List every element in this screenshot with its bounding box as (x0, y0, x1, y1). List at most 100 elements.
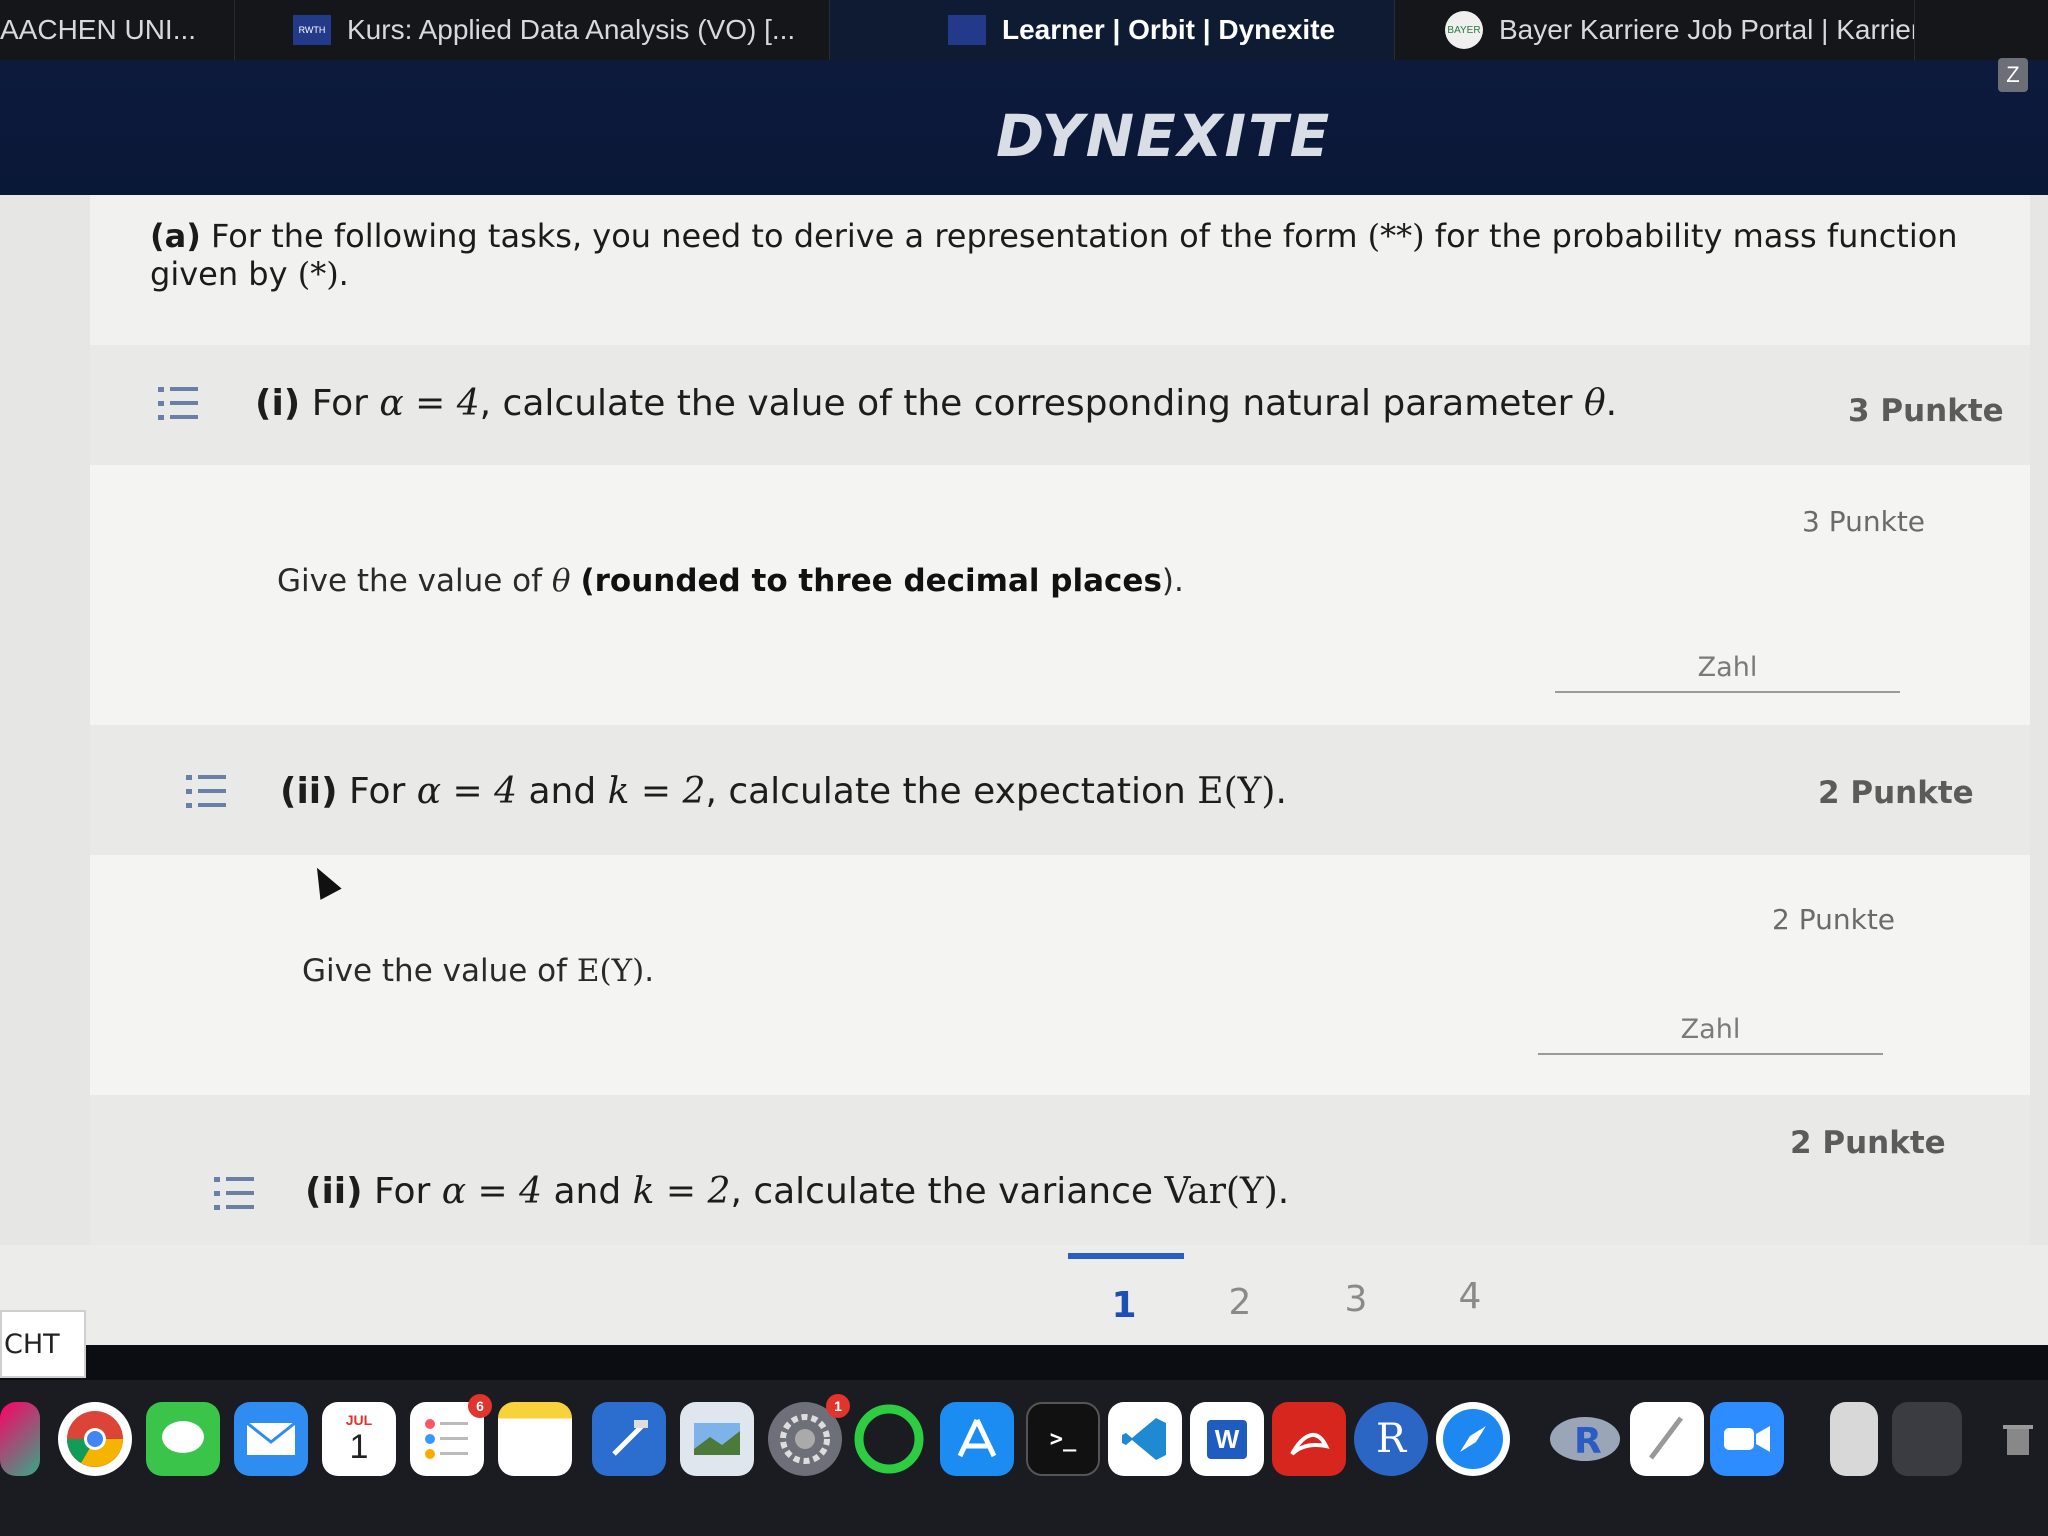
subtask-i-answer: 3 Punkte Give the value of θ (rounded to… (90, 465, 2030, 725)
math-variance: Var(Y) (1164, 1171, 1278, 1212)
subtask-i-question: (i) For α = 4, calculate the value of th… (255, 383, 1617, 424)
list-icon[interactable] (186, 775, 226, 809)
subtask-ii-variance-question: (ii) For α = 4 and k = 2, calculate the … (305, 1171, 1289, 1212)
browser-tab-bar: AACHEN UNI... RWTH Kurs: Applied Data An… (0, 0, 2048, 60)
page-2-button[interactable]: 2 (1200, 1282, 1280, 1323)
question-end: . (1275, 771, 1287, 812)
question-text: , calculate the value of the correspondi… (479, 383, 1573, 424)
downloads-folder-icon[interactable] (1830, 1402, 1878, 1476)
points-label: 2 Punkte (1790, 1125, 1946, 1161)
calendar-day: 1 (349, 1427, 369, 1466)
dynexite-favicon-icon (948, 15, 986, 45)
subtask-ii-expectation-header: (ii) For α = 4 and k = 2, calculate the … (90, 725, 2030, 855)
page-navigation (0, 1245, 2048, 1345)
rstudio-icon[interactable]: R (1548, 1402, 1622, 1476)
subtask-label: (ii) (305, 1171, 363, 1212)
page-4-button[interactable]: 4 (1430, 1276, 1510, 1317)
math-alpha: α = 4 (379, 383, 480, 424)
trash-icon[interactable] (1998, 1402, 2038, 1476)
math-alpha: α = 4 (416, 771, 518, 812)
list-icon[interactable] (158, 387, 198, 421)
intro-given-ref: (*) (297, 255, 339, 293)
svg-text:R: R (1574, 1421, 1602, 1462)
zoom-icon[interactable] (1710, 1402, 1784, 1476)
answer-points-label: 3 Punkte (1802, 505, 1926, 538)
tab-applied-data-analysis[interactable]: RWTH Kurs: Applied Data Analysis (VO) [.… (235, 0, 830, 60)
task-card: (a) For the following tasks, you need to… (90, 195, 2030, 1275)
tab-label: Kurs: Applied Data Analysis (VO) [... (347, 14, 796, 45)
subtask-label: (i) (255, 383, 301, 424)
word-icon[interactable]: W (1190, 1402, 1264, 1476)
chrome-icon[interactable] (58, 1402, 132, 1476)
theta-answer-input[interactable] (1555, 643, 1900, 693)
question-end: . (1277, 1171, 1290, 1212)
system-settings-icon[interactable]: 1 (768, 1394, 850, 1476)
r-icon[interactable]: R (1354, 1402, 1428, 1476)
math-expectation: E(Y) (1197, 771, 1276, 812)
question-text: and (528, 771, 597, 812)
answer-end: . (644, 953, 655, 989)
settings-badge: 1 (826, 1394, 850, 1418)
tab-label: Learner | Orbit | Dynexite (1002, 14, 1336, 45)
subtask-i-header: (i) For α = 4, calculate the value of th… (90, 345, 2030, 465)
activity-ring-icon[interactable] (852, 1402, 926, 1476)
vscode-icon[interactable] (1108, 1402, 1182, 1476)
calendar-month: JUL (345, 1411, 373, 1428)
site-header: DYNEXITE (0, 60, 2048, 210)
terminal-icon[interactable]: >_ (1026, 1402, 1100, 1476)
word-letter: W (1206, 1419, 1248, 1459)
terminal-prompt-icon: >_ (1049, 1426, 1077, 1452)
pages-icon[interactable] (1630, 1402, 1704, 1476)
question-text: For (311, 383, 368, 424)
notes-icon[interactable] (498, 1402, 572, 1476)
preview-icon[interactable] (680, 1402, 754, 1476)
app-store-icon[interactable] (940, 1402, 1014, 1476)
subtask-label: (ii) (280, 771, 338, 812)
question-text: , calculate the variance (730, 1171, 1154, 1212)
exam-page: (a) For the following tasks, you need to… (0, 195, 2048, 1345)
dynexite-logo: DYNEXITE (996, 102, 1332, 170)
messages-icon[interactable] (146, 1402, 220, 1476)
question-text: For (349, 771, 406, 812)
math-theta: θ (551, 563, 571, 599)
launchpad-icon[interactable] (0, 1402, 40, 1476)
acrobat-icon[interactable] (1272, 1402, 1346, 1476)
tab-label: Bayer Karriere Job Portal | Karriere... (1499, 14, 1915, 45)
reminders-badge: 6 (468, 1394, 492, 1418)
points-label: 3 Punkte (1848, 393, 2004, 429)
documents-stack-icon[interactable] (1892, 1402, 1962, 1476)
question-text: For (374, 1171, 431, 1212)
page-1-button[interactable]: 1 (1084, 1285, 1164, 1326)
math-k: k = 2 (607, 771, 706, 812)
reminders-icon[interactable]: 6 (410, 1394, 492, 1476)
math-alpha: α = 4 (441, 1171, 543, 1212)
question-end: . (1605, 383, 1618, 424)
tab-bayer-karriere[interactable]: BAYER Bayer Karriere Job Portal | Karrie… (1395, 0, 1915, 60)
tab-aachen[interactable]: AACHEN UNI... (0, 0, 235, 60)
profile-button[interactable]: Z (1998, 58, 2028, 92)
safari-icon[interactable] (1436, 1402, 1510, 1476)
answer-bold-instruction: (rounded to three decimal places (580, 563, 1162, 599)
answer-points-label: 2 Punkte (1772, 903, 1896, 936)
calendar-icon[interactable]: JUL 1 (322, 1402, 396, 1476)
question-text: , calculate the expectation (705, 771, 1186, 812)
mail-icon[interactable] (234, 1402, 308, 1476)
tab-label: AACHEN UNI... (0, 14, 197, 45)
intro-end: . (338, 255, 349, 293)
question-text: and (553, 1171, 622, 1212)
answer-prompt: Give the value of θ (rounded to three de… (277, 563, 1184, 599)
xcode-icon[interactable] (592, 1402, 666, 1476)
list-icon[interactable] (214, 1177, 254, 1211)
answer-end: ). (1161, 563, 1184, 599)
r-letter: R (1375, 1416, 1407, 1462)
left-nav-button[interactable]: CHT (0, 1310, 86, 1378)
active-page-indicator (1068, 1253, 1184, 1259)
intro-form-ref: (**) (1367, 217, 1425, 255)
math-theta: θ (1583, 383, 1606, 424)
task-intro: (a) For the following tasks, you need to… (150, 217, 2030, 293)
page-3-button[interactable]: 3 (1316, 1279, 1396, 1320)
expectation-answer-input[interactable] (1538, 1005, 1883, 1055)
tab-dynexite[interactable]: Learner | Orbit | Dynexite (830, 0, 1395, 60)
answer-prompt: Give the value of E(Y). (302, 953, 654, 989)
math-expectation: E(Y) (576, 953, 645, 989)
